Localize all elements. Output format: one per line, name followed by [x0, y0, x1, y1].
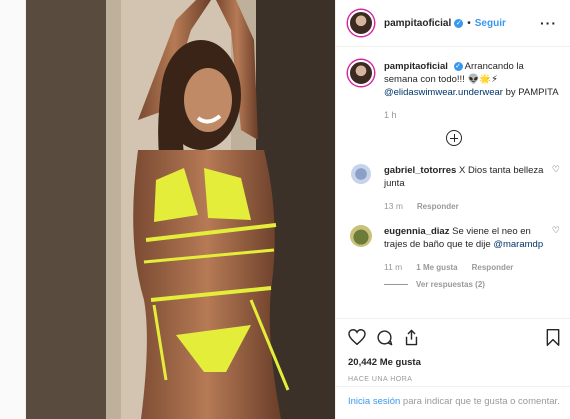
- avatar[interactable]: [351, 164, 371, 184]
- likes-count[interactable]: 20,442 Me gusta: [348, 357, 560, 368]
- comment-mention[interactable]: @maramdp: [493, 239, 543, 250]
- comment-body: gabriel_totorres X Dios tanta belleza ju…: [384, 164, 552, 213]
- caption-suffix: by PAMPITA: [505, 87, 559, 98]
- comment-body: eugennia_diaz Se viene el neo en trajes …: [384, 225, 552, 274]
- comment-likes[interactable]: 1 Me gusta: [416, 261, 457, 274]
- comment-username[interactable]: gabriel_totorres: [384, 165, 456, 176]
- view-replies-button[interactable]: Ver respuestas (2): [384, 280, 560, 289]
- add-circle-icon[interactable]: [446, 130, 462, 146]
- comment-username[interactable]: eugennia_diaz: [384, 226, 449, 237]
- login-link[interactable]: Inicia sesión: [348, 396, 400, 407]
- replies-divider: [384, 284, 408, 285]
- caption-mention[interactable]: @elidaswimwear.underwear: [384, 87, 503, 98]
- caption-body: pampitaoficial ✓ Arrancando la semana co…: [384, 60, 560, 122]
- heart-icon[interactable]: ♡: [552, 225, 560, 236]
- separator-dot: •: [467, 17, 471, 29]
- post-timestamp: HACE UNA HORA: [348, 376, 413, 383]
- follow-button[interactable]: Seguir: [475, 18, 506, 29]
- bookmark-icon[interactable]: [546, 328, 560, 346]
- caption: pampitaoficial ✓ Arrancando la semana co…: [348, 60, 560, 122]
- share-icon[interactable]: [403, 329, 420, 346]
- more-options-icon[interactable]: ···: [540, 15, 557, 31]
- comment-time: 11 m: [384, 262, 403, 272]
- post-header: pampitaoficial ✓ • Seguir ···: [336, 0, 570, 47]
- comment-meta: 11 m 1 Me gusta Responder: [384, 261, 552, 274]
- list-item: eugennia_diaz Se viene el neo en trajes …: [348, 225, 560, 274]
- verified-icon: ✓: [453, 61, 463, 71]
- comment-meta: 13 m Responder: [384, 200, 552, 213]
- post-photo-illustration: [26, 0, 335, 419]
- comment-time: 13 m: [384, 201, 403, 211]
- caption-time: 1 h: [384, 110, 397, 120]
- post-actions: 20,442 Me gusta HACE UNA HORA: [336, 318, 570, 383]
- login-prompt: Inicia sesión para indicar que te gusta …: [336, 386, 570, 416]
- avatar[interactable]: [350, 225, 372, 247]
- comment-icon[interactable]: [376, 329, 393, 346]
- comments-section: pampitaoficial ✓ Arrancando la semana co…: [336, 48, 570, 318]
- list-item: gabriel_totorres X Dios tanta belleza ju…: [348, 164, 560, 213]
- header-username[interactable]: pampitaoficial: [384, 18, 451, 29]
- instagram-post: pampitaoficial ✓ • Seguir ··· pampitaofi…: [25, 0, 570, 419]
- verified-icon: ✓: [454, 18, 464, 28]
- post-sidebar: pampitaoficial ✓ • Seguir ··· pampitaofi…: [335, 0, 570, 419]
- login-text: para indicar que te gusta o comentar.: [402, 396, 560, 407]
- heart-icon[interactable]: ♡: [552, 164, 560, 175]
- view-replies-label: Ver respuestas (2): [416, 280, 485, 289]
- avatar[interactable]: [348, 60, 374, 86]
- post-photo[interactable]: [26, 0, 335, 419]
- avatar[interactable]: [348, 10, 374, 36]
- heart-icon[interactable]: [348, 329, 366, 345]
- reply-button[interactable]: Responder: [417, 200, 459, 213]
- action-icons: [348, 327, 560, 347]
- caption-username[interactable]: pampitaoficial: [384, 61, 448, 72]
- reply-button[interactable]: Responder: [472, 261, 514, 274]
